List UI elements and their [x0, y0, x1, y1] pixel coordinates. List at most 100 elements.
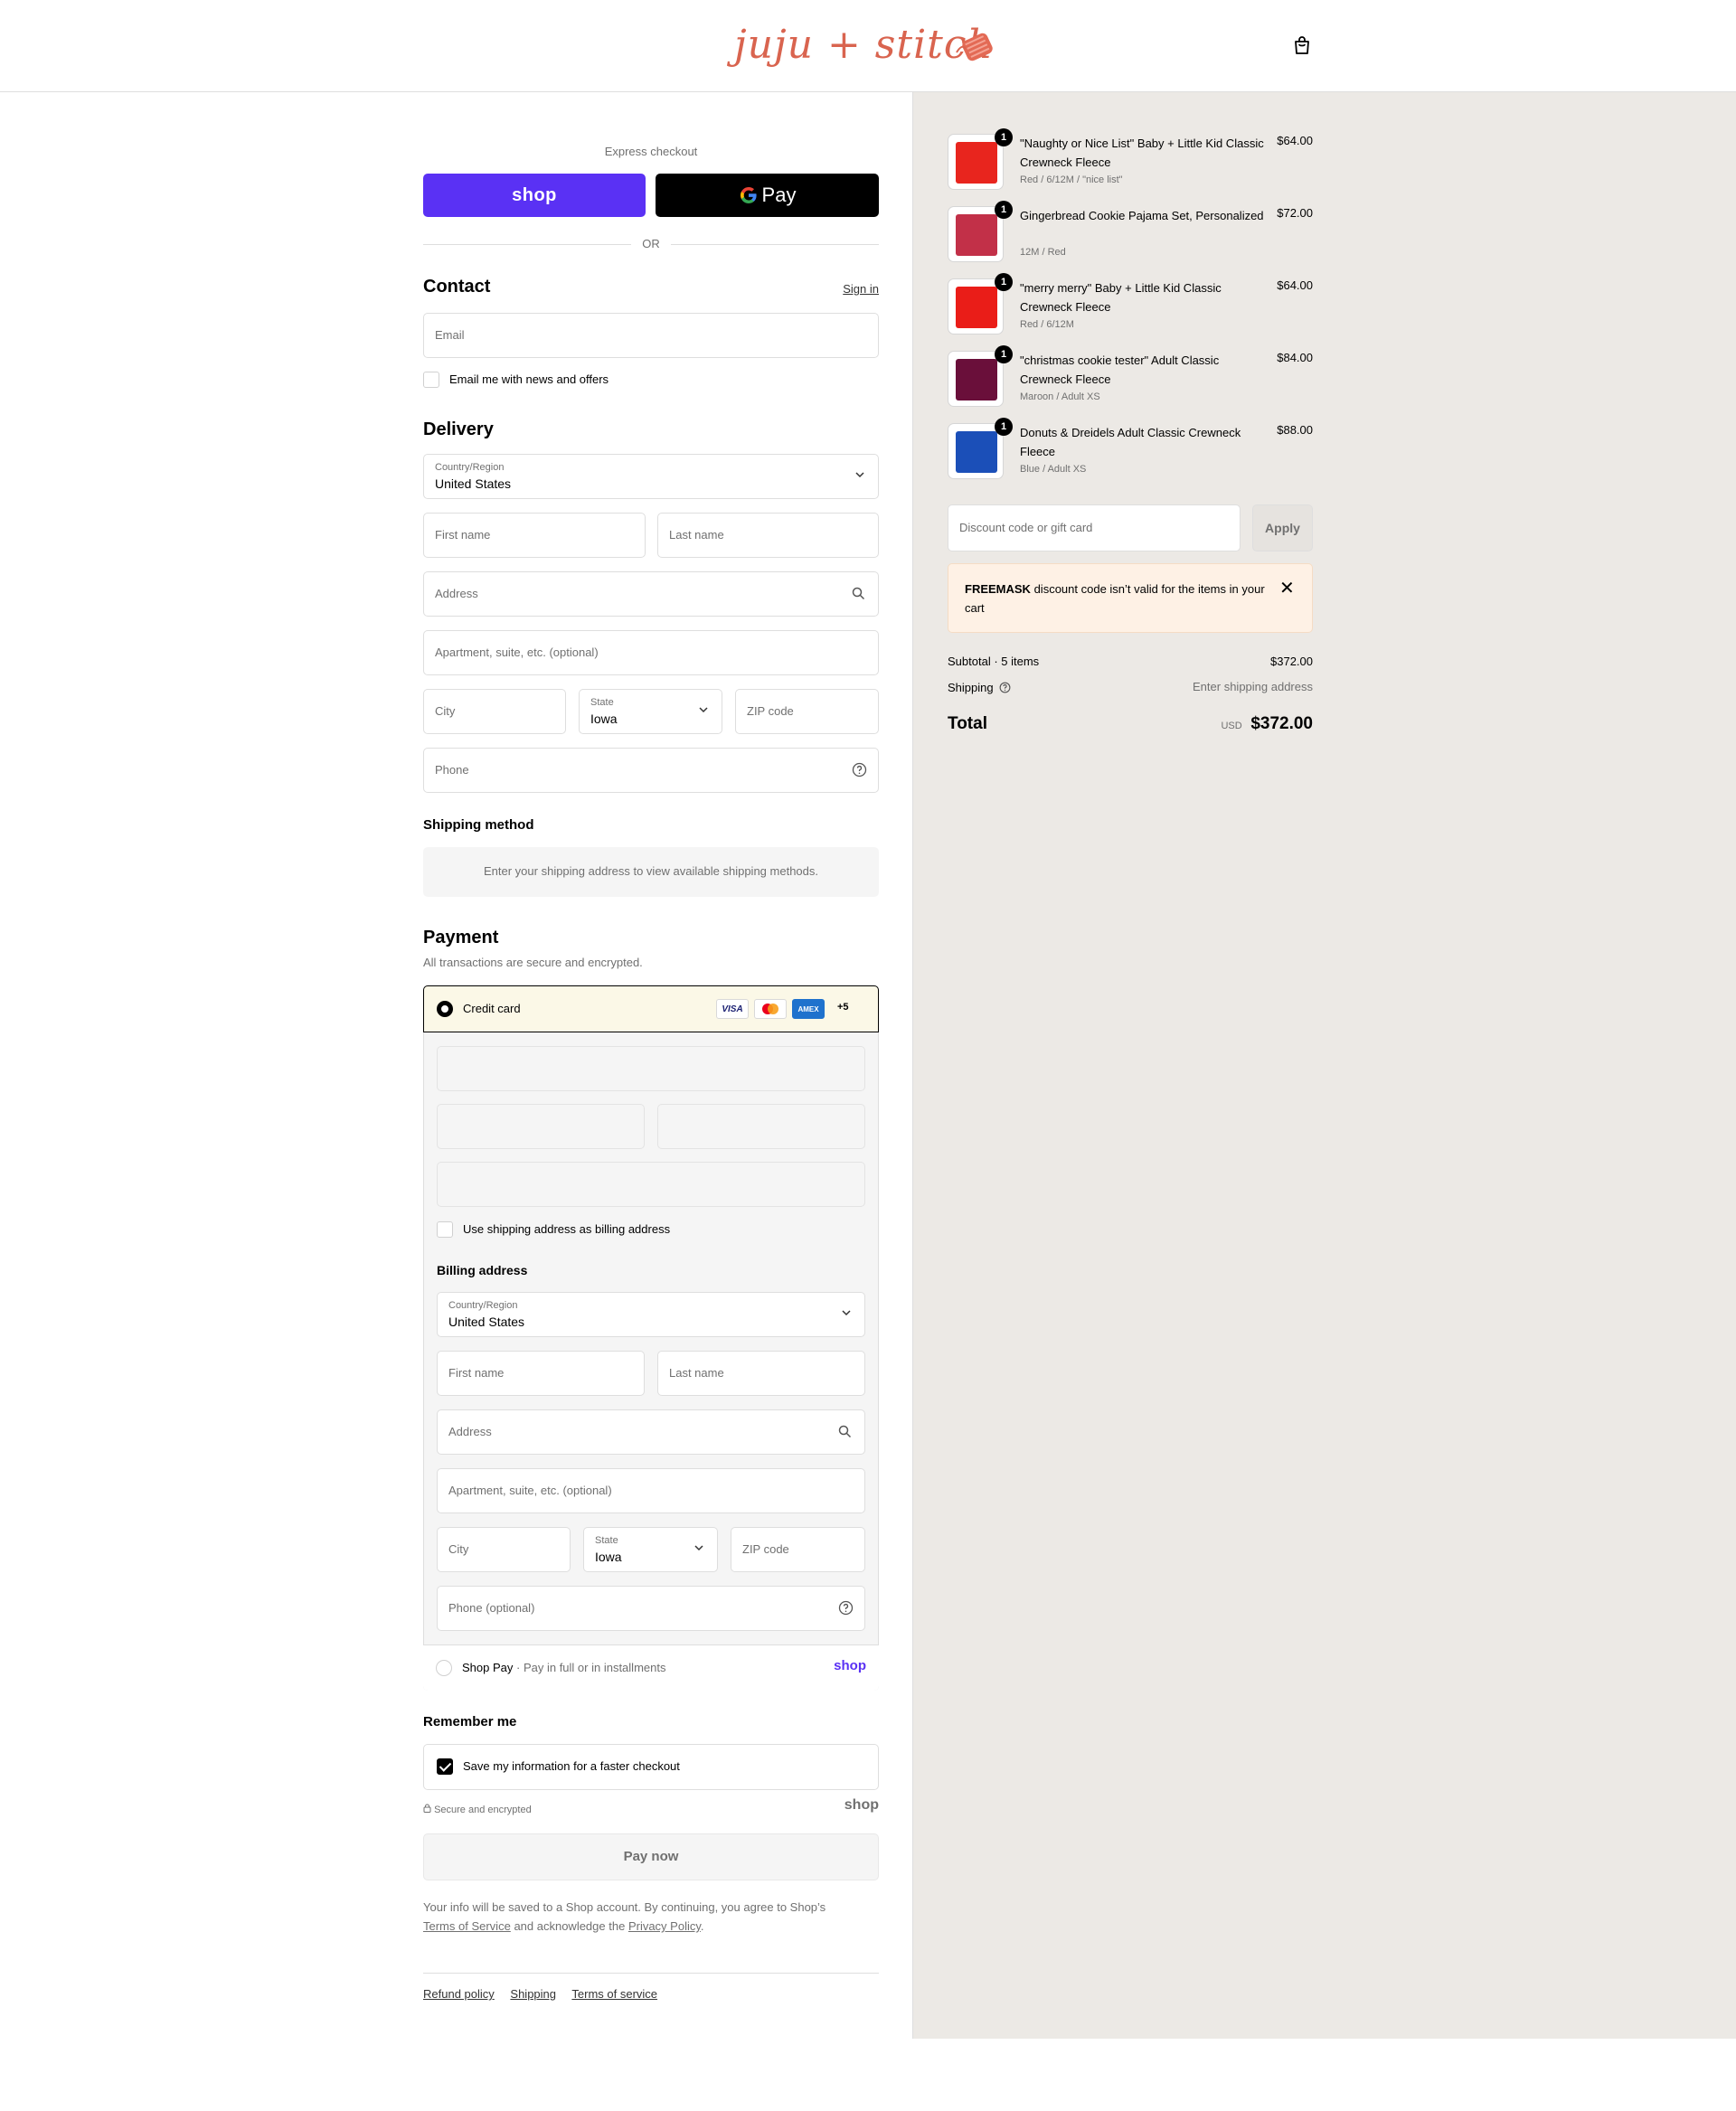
terms-of-service-link[interactable]: Terms of service [571, 1987, 657, 2001]
subtotal-value: $372.00 [1270, 655, 1313, 668]
shop-pay-separator: · [516, 1661, 524, 1674]
cart-item: 1 "Naughty or Nice List" Baby + Little K… [948, 128, 1313, 206]
close-icon[interactable]: ✕ [1279, 577, 1295, 599]
pay-now-button[interactable]: Pay now [423, 1833, 879, 1880]
billing-apartment-placeholder: Apartment, suite, etc. (optional) [448, 1484, 612, 1497]
help-circle-icon[interactable] [838, 1600, 854, 1618]
shipping-method-info: Enter your shipping address to view avai… [423, 847, 879, 897]
contact-heading: Contact [423, 277, 491, 297]
country-value: United States [435, 476, 512, 491]
subtotal-label: Subtotal · 5 items [948, 655, 1040, 668]
cart-item: 1 Gingerbread Cookie Pajama Set, Persona… [948, 201, 1313, 278]
shipping-row: Shipping Enter shipping address [948, 680, 1313, 694]
product-image [956, 287, 997, 328]
discount-error-alert: FREEMASK discount code isn’t valid for t… [948, 563, 1313, 633]
credit-card-option[interactable]: Credit card VISA AMEX +5 [423, 985, 879, 1032]
shipping-label: Shipping [948, 681, 994, 694]
country-select[interactable]: Country/Region United States [423, 454, 879, 499]
google-pay-button[interactable]: Pay [656, 174, 879, 217]
address-field[interactable]: Address [423, 571, 879, 617]
lock-icon [423, 1804, 431, 1815]
shop-terms-link[interactable]: Terms of Service [423, 1919, 511, 1933]
discount-code-field[interactable]: Discount code or gift card [948, 504, 1241, 551]
remember-me-option[interactable]: Save my information for a faster checkou… [423, 1744, 879, 1790]
state-label: State [590, 697, 614, 708]
quantity-badge: 1 [995, 201, 1013, 219]
cart-item: 1 "merry merry" Baby + Little Kid Classi… [948, 273, 1313, 351]
express-checkout-label: Express checkout [604, 145, 698, 158]
card-cvv-field[interactable] [657, 1104, 865, 1149]
last-name-field[interactable]: Last name [657, 513, 879, 558]
apartment-field[interactable]: Apartment, suite, etc. (optional) [423, 630, 879, 675]
billing-country-value: United States [448, 1315, 525, 1329]
billing-country-select[interactable]: Country/Region United States [437, 1292, 865, 1337]
phone-field[interactable]: Phone [423, 748, 879, 793]
shop-pay-subtitle: Pay in full or in installments [523, 1661, 666, 1674]
total-label: Total [948, 714, 987, 733]
card-number-field[interactable] [437, 1046, 865, 1091]
privacy-policy-link[interactable]: Privacy Policy [628, 1919, 701, 1933]
billing-state-label: State [595, 1535, 618, 1546]
billing-zip-placeholder: ZIP code [742, 1542, 789, 1556]
product-name: "christmas cookie tester" Adult Classic … [1020, 353, 1220, 386]
billing-city-placeholder: City [448, 1542, 469, 1556]
discount-error-message: FREEMASK discount code isn’t valid for t… [965, 580, 1272, 617]
shop-pay-label: Shop Pay [462, 1661, 514, 1674]
product-image [956, 214, 997, 256]
city-field[interactable]: City [423, 689, 566, 734]
credit-card-radio[interactable] [437, 1001, 453, 1017]
card-expiry-field[interactable] [437, 1104, 645, 1149]
first-name-field[interactable]: First name [423, 513, 646, 558]
quantity-badge: 1 [995, 345, 1013, 363]
footer-links: Refund policy Shipping Terms of service [423, 1987, 670, 2001]
product-price: $88.00 [1277, 423, 1313, 437]
product-image [956, 142, 997, 184]
billing-first-name-field[interactable]: First name [437, 1351, 645, 1396]
legal-notice: Your info will be saved to a Shop accoun… [423, 1898, 879, 1936]
shipping-policy-link[interactable]: Shipping [510, 1987, 556, 2001]
billing-state-select[interactable]: State Iowa [583, 1527, 718, 1572]
chevron-down-icon [693, 1542, 704, 1556]
sign-in-link[interactable]: Sign in [843, 282, 879, 296]
quantity-badge: 1 [995, 273, 1013, 291]
help-circle-icon[interactable] [852, 762, 867, 780]
apply-discount-button[interactable]: Apply [1252, 504, 1313, 551]
email-placeholder: Email [435, 328, 465, 342]
quantity-badge: 1 [995, 418, 1013, 436]
billing-address-field[interactable]: Address [437, 1409, 865, 1455]
product-image [956, 431, 997, 473]
zip-field[interactable]: ZIP code [735, 689, 879, 734]
card-name-field[interactable] [437, 1162, 865, 1207]
billing-zip-field[interactable]: ZIP code [731, 1527, 865, 1572]
or-label: OR [642, 237, 660, 250]
visa-text: VISA [722, 1004, 743, 1014]
shopping-bag-icon[interactable] [1291, 34, 1313, 56]
or-divider: OR [423, 236, 879, 254]
newsletter-checkbox[interactable] [423, 372, 439, 388]
store-logo[interactable]: juju + stitch [734, 16, 1005, 76]
refund-policy-link[interactable]: Refund policy [423, 1987, 495, 2001]
billing-same-checkbox[interactable] [437, 1221, 453, 1238]
billing-apartment-field[interactable]: Apartment, suite, etc. (optional) [437, 1468, 865, 1513]
save-info-checkbox[interactable] [437, 1758, 453, 1775]
search-icon [838, 1425, 852, 1441]
delivery-heading: Delivery [423, 419, 494, 439]
shop-pay-option[interactable]: Shop Pay · Pay in full or in installment… [423, 1645, 879, 1691]
email-field[interactable]: Email [423, 313, 879, 358]
product-price: $84.00 [1277, 351, 1313, 364]
more-cards-badge: +5 [837, 1002, 849, 1013]
amex-icon: AMEX [792, 999, 825, 1019]
product-variant: Blue / Adult XS [1020, 464, 1087, 475]
shop-pay-radio[interactable] [436, 1660, 452, 1676]
shop-pay-express-button[interactable]: shop [423, 174, 646, 217]
remember-me-heading: Remember me [423, 1714, 517, 1729]
chevron-down-icon [698, 704, 709, 718]
legal-text-1: Your info will be saved to a Shop accoun… [423, 1900, 826, 1914]
billing-phone-placeholder: Phone (optional) [448, 1601, 535, 1615]
help-circle-icon[interactable] [999, 682, 1011, 696]
billing-state-value: Iowa [595, 1550, 622, 1564]
state-select[interactable]: State Iowa [579, 689, 722, 734]
billing-city-field[interactable]: City [437, 1527, 571, 1572]
billing-last-name-field[interactable]: Last name [657, 1351, 865, 1396]
billing-phone-field[interactable]: Phone (optional) [437, 1586, 865, 1631]
